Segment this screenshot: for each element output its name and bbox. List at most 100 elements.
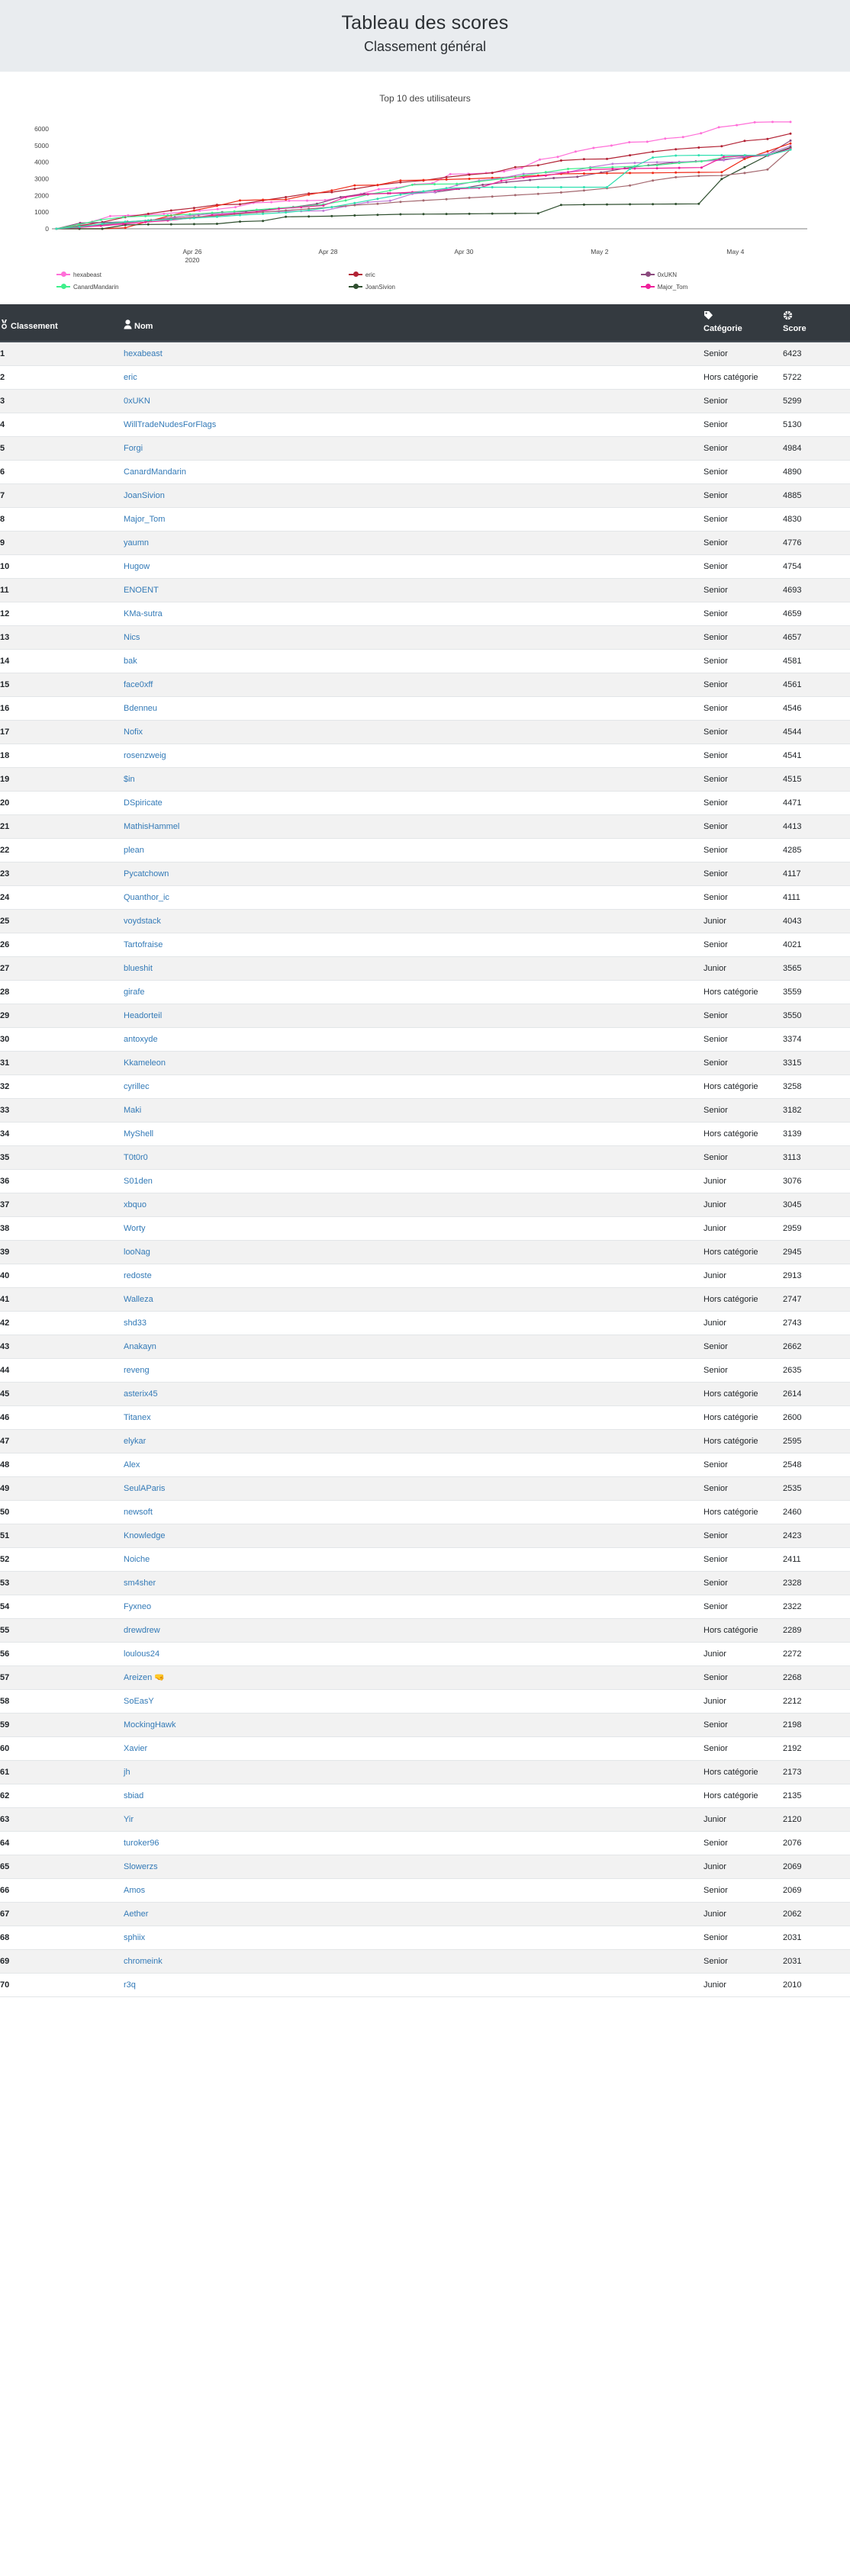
- user-link[interactable]: Bdenneu: [124, 704, 157, 713]
- user-link[interactable]: cyrillec: [124, 1082, 150, 1091]
- user-link[interactable]: drewdrew: [124, 1626, 160, 1635]
- user-link[interactable]: DSpiricate: [124, 798, 163, 808]
- user-link[interactable]: Headorteil: [124, 1011, 162, 1020]
- user-link[interactable]: antoxyde: [124, 1035, 158, 1044]
- user-link[interactable]: Areizen 🤜: [124, 1673, 165, 1682]
- legend-label: hexabeast: [73, 271, 101, 278]
- cell-category: Senior: [704, 602, 783, 626]
- column-header-name[interactable]: Nom: [124, 304, 704, 342]
- user-link[interactable]: Fyxneo: [124, 1602, 151, 1611]
- user-link[interactable]: Pycatchown: [124, 869, 169, 878]
- table-row: 48 Alex Senior 2548: [0, 1453, 850, 1477]
- cell-score: 2535: [783, 1476, 850, 1501]
- cell-name: Anakayn: [124, 1335, 704, 1359]
- svg-text:1000: 1000: [34, 208, 49, 216]
- user-link[interactable]: blueshit: [124, 964, 153, 973]
- cell-rank: 45: [0, 1382, 124, 1406]
- user-link[interactable]: reveng: [124, 1366, 150, 1375]
- cell-score: 2031: [783, 1926, 850, 1950]
- user-link[interactable]: voydstack: [124, 917, 161, 926]
- user-link[interactable]: loulous24: [124, 1649, 159, 1659]
- table-row: 33 Maki Senior 3182: [0, 1098, 850, 1123]
- legend-item[interactable]: Major_Tom: [640, 284, 784, 291]
- cell-rank: 5: [0, 436, 124, 461]
- user-link[interactable]: plean: [124, 846, 144, 855]
- user-link[interactable]: shd33: [124, 1319, 146, 1328]
- cell-rank: 51: [0, 1524, 124, 1548]
- user-link[interactable]: Walleza: [124, 1295, 153, 1304]
- user-link[interactable]: elykar: [124, 1437, 146, 1446]
- user-link[interactable]: Xavier: [124, 1744, 147, 1753]
- cell-rank: 42: [0, 1311, 124, 1335]
- user-link[interactable]: Nics: [124, 633, 140, 642]
- user-link[interactable]: bak: [124, 657, 137, 666]
- user-link[interactable]: Titanex: [124, 1413, 151, 1422]
- cell-score: 5299: [783, 389, 850, 413]
- cell-category: Hors catégorie: [704, 1240, 783, 1264]
- user-link[interactable]: yaumn: [124, 538, 149, 548]
- user-link[interactable]: Nofix: [124, 728, 143, 737]
- legend-item[interactable]: 0xUKN: [640, 271, 784, 278]
- user-link[interactable]: Forgi: [124, 444, 143, 453]
- user-link[interactable]: MyShell: [124, 1129, 153, 1139]
- legend-item[interactable]: eric: [348, 271, 491, 278]
- user-link[interactable]: chromeink: [124, 1957, 163, 1966]
- user-link[interactable]: asterix45: [124, 1389, 158, 1399]
- user-link[interactable]: ENOENT: [124, 586, 159, 595]
- user-link[interactable]: Aether: [124, 1910, 148, 1919]
- user-link[interactable]: Anakayn: [124, 1342, 156, 1351]
- user-link[interactable]: eric: [124, 373, 137, 382]
- user-link[interactable]: Tartofraise: [124, 940, 163, 949]
- user-link[interactable]: sm4sher: [124, 1579, 156, 1588]
- user-link[interactable]: 0xUKN: [124, 397, 150, 406]
- user-link[interactable]: Kkameleon: [124, 1058, 166, 1068]
- user-link[interactable]: WillTradeNudesForFlags: [124, 420, 216, 429]
- cell-score: 2062: [783, 1902, 850, 1926]
- user-link[interactable]: redoste: [124, 1271, 152, 1280]
- user-link[interactable]: SeulAParis: [124, 1484, 165, 1493]
- user-link[interactable]: Maki: [124, 1106, 141, 1115]
- legend-item[interactable]: hexabeast: [56, 271, 199, 278]
- user-link[interactable]: rosenzweig: [124, 751, 166, 760]
- cell-category: Junior: [704, 1311, 783, 1335]
- user-link[interactable]: Slowerzs: [124, 1862, 158, 1871]
- user-link[interactable]: KMa-sutra: [124, 609, 163, 618]
- user-link[interactable]: face0xff: [124, 680, 153, 689]
- user-link[interactable]: Hugow: [124, 562, 150, 571]
- user-link[interactable]: Yir: [124, 1815, 134, 1824]
- user-link[interactable]: Alex: [124, 1460, 140, 1469]
- user-link[interactable]: hexabeast: [124, 349, 163, 358]
- user-link[interactable]: sbiad: [124, 1791, 143, 1800]
- cell-name: Slowerzs: [124, 1855, 704, 1879]
- legend-item[interactable]: CanardMandarin: [56, 284, 199, 291]
- user-link[interactable]: newsoft: [124, 1508, 153, 1517]
- user-link[interactable]: MockingHawk: [124, 1720, 175, 1730]
- user-link[interactable]: Worty: [124, 1224, 146, 1233]
- user-link[interactable]: CanardMandarin: [124, 467, 186, 477]
- user-link[interactable]: T0t0r0: [124, 1153, 148, 1162]
- legend-item[interactable]: JoanSivion: [348, 284, 491, 291]
- column-header-score[interactable]: Score: [783, 304, 850, 342]
- user-link[interactable]: r3q: [124, 1980, 136, 1990]
- user-link[interactable]: MathisHammel: [124, 822, 179, 831]
- user-link[interactable]: Knowledge: [124, 1531, 165, 1540]
- user-link[interactable]: Amos: [124, 1886, 145, 1895]
- user-link[interactable]: girafe: [124, 988, 145, 997]
- user-link[interactable]: SoEasY: [124, 1697, 154, 1706]
- user-link[interactable]: $in: [124, 775, 135, 784]
- user-link[interactable]: Quanthor_ic: [124, 893, 169, 902]
- cell-rank: 7: [0, 483, 124, 508]
- user-link[interactable]: Noiche: [124, 1555, 150, 1564]
- user-link[interactable]: turoker96: [124, 1839, 159, 1848]
- user-link[interactable]: looNag: [124, 1248, 150, 1257]
- cell-rank: 63: [0, 1807, 124, 1832]
- user-link[interactable]: S01den: [124, 1177, 153, 1186]
- column-header-rank[interactable]: Classement: [0, 304, 124, 342]
- user-link[interactable]: Major_Tom: [124, 515, 165, 524]
- user-link[interactable]: JoanSivion: [124, 491, 165, 500]
- user-link[interactable]: sphiix: [124, 1933, 145, 1942]
- user-link[interactable]: xbquo: [124, 1200, 146, 1209]
- cell-score: 4111: [783, 885, 850, 910]
- user-link[interactable]: jh: [124, 1768, 130, 1777]
- column-header-category[interactable]: Catégorie: [704, 304, 783, 342]
